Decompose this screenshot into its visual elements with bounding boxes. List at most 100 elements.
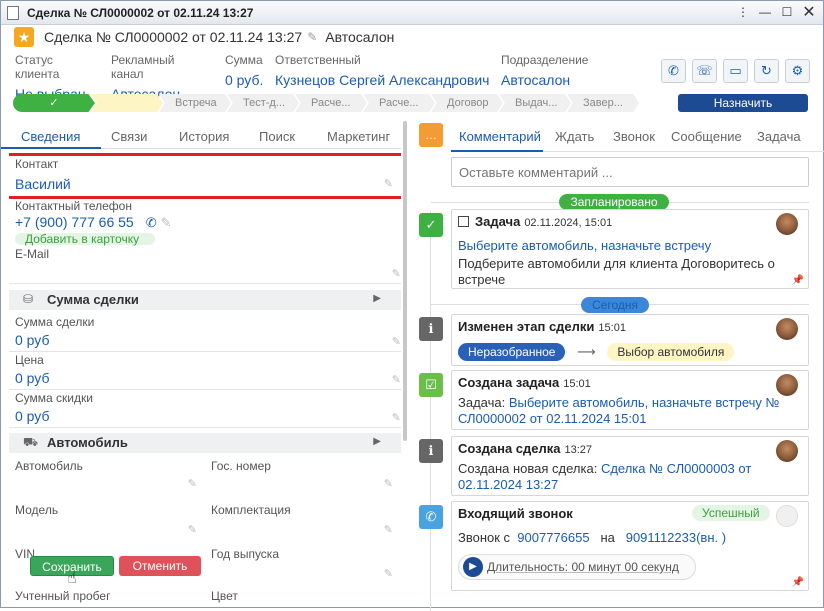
tab-comment[interactable]: Комментарий xyxy=(459,129,541,144)
stage-change-time: 15:01 xyxy=(598,322,626,334)
deal-amount-field[interactable]: Сумма сделки 0 руб ✎ xyxy=(9,315,401,352)
today-pill: Сегодня xyxy=(581,297,649,313)
edit-amount-pencil-icon[interactable]: ✎ xyxy=(392,335,401,348)
year-field[interactable]: Год выпуска ✎ xyxy=(205,547,397,587)
sum-section-title: Сумма сделки xyxy=(47,292,139,307)
stage-to-badge: Выбор автомобиля xyxy=(607,343,735,361)
task-created-card: Создана задача 15:01 Задача: Выберите авт… xyxy=(451,370,809,430)
task-link[interactable]: Выберите автомобиль, назначьте встречу xyxy=(458,238,711,254)
edit-plate-pencil-icon[interactable]: ✎ xyxy=(384,477,393,490)
contact-highlight xyxy=(9,153,401,199)
tab-history[interactable]: История xyxy=(179,129,229,144)
sum-section-header[interactable]: ⛁ Сумма сделки ▶ xyxy=(9,290,401,310)
cancel-button[interactable]: Отменить xyxy=(119,556,201,576)
tab-message[interactable]: Сообщение xyxy=(671,129,742,144)
star-icon[interactable]: ★ xyxy=(14,27,34,47)
email-field[interactable]: E-Mail ✎ xyxy=(9,247,401,287)
pin-icon[interactable]: 📌 xyxy=(792,275,804,286)
task-checkbox[interactable] xyxy=(458,216,469,227)
stage-calc-1[interactable]: Расче... xyxy=(295,94,367,112)
play-icon[interactable]: ▶ xyxy=(463,557,483,577)
comment-input[interactable] xyxy=(451,157,809,187)
stage-meeting[interactable]: Встреча xyxy=(159,94,231,112)
window-title: Сделка № СЛ0000002 от 02.11.24 13:27 xyxy=(27,5,254,20)
plate-field[interactable]: Гос. номер ✎ xyxy=(205,459,397,499)
stage-test-drive[interactable]: Тест-д... xyxy=(227,94,299,112)
responsible-label: Ответственный xyxy=(275,53,361,67)
deal-created-link[interactable]: Сделка № СЛ0000003 от xyxy=(601,461,751,476)
tab-task[interactable]: Задача xyxy=(757,129,801,144)
discount-field[interactable]: Сумма скидки 0 руб ✎ xyxy=(9,391,401,428)
edit-model-pencil-icon[interactable]: ✎ xyxy=(188,523,197,536)
call-icon[interactable]: ✆ xyxy=(146,215,157,230)
settings-icon[interactable]: ⚙ xyxy=(785,59,810,83)
tab-marketing[interactable]: Маркетинг xyxy=(327,129,390,144)
edit-title-pencil-icon[interactable]: ✎ xyxy=(307,30,317,44)
price-field[interactable]: Цена 0 руб ✎ xyxy=(9,353,401,390)
pin-icon[interactable]: 📌 xyxy=(792,577,804,588)
year-label: Год выпуска xyxy=(211,547,279,561)
timeline-line xyxy=(430,211,431,611)
phone-value[interactable]: +7 (900) 777 66 55 xyxy=(15,214,134,230)
avatar xyxy=(776,505,798,527)
edit-discount-pencil-icon[interactable]: ✎ xyxy=(392,411,401,424)
color-field[interactable]: Цвет xyxy=(205,589,397,609)
discount-value[interactable]: 0 руб xyxy=(15,407,401,425)
edit-trim-pencil-icon[interactable]: ✎ xyxy=(384,523,393,536)
deal-created-link-2[interactable]: 02.11.2024 13:27 xyxy=(458,477,558,493)
responsible-value[interactable]: Кузнецов Сергей Александрович xyxy=(275,70,489,90)
stage-delivery[interactable]: Выдач... xyxy=(499,94,571,112)
edit-price-pencil-icon[interactable]: ✎ xyxy=(392,373,401,386)
price-value[interactable]: 0 руб xyxy=(15,369,401,387)
phone-field: Контактный телефон +7 (900) 777 66 55 ✆ ✎ … xyxy=(9,199,401,247)
minimize-button[interactable]: — xyxy=(755,4,775,22)
assign-button[interactable]: Назначить xyxy=(678,94,808,112)
phone-icon[interactable]: ☏ xyxy=(692,59,717,83)
edit-car-pencil-icon[interactable]: ✎ xyxy=(188,477,197,490)
stage-calc-2[interactable]: Расче... xyxy=(363,94,435,112)
tab-links[interactable]: Связи xyxy=(111,129,147,144)
ad-channel-label: Рекламный канал xyxy=(111,53,175,81)
tab-search[interactable]: Поиск xyxy=(259,129,295,144)
contact-field[interactable]: Контакт Василий ✎ xyxy=(9,153,401,199)
stage-finish[interactable]: Завер... xyxy=(567,94,639,112)
close-button[interactable]: ✕ xyxy=(799,4,819,22)
deal-sum-value[interactable]: 0 руб. xyxy=(225,70,263,90)
model-field[interactable]: Модель ✎ xyxy=(9,503,201,543)
title-bar: Сделка № СЛ0000002 от 02.11.24 13:27 ⋮ —… xyxy=(1,1,823,25)
responsible: Ответственный Кузнецов Сергей Александро… xyxy=(275,53,489,90)
deal-amount-value[interactable]: 0 руб xyxy=(15,331,401,349)
stage-contract[interactable]: Договор xyxy=(431,94,503,112)
expand-arrow-icon[interactable]: ▶ xyxy=(373,293,381,304)
add-to-card-button[interactable]: Добавить в карточку xyxy=(15,233,155,245)
call-to-number[interactable]: 9091112233(вн. ) xyxy=(626,530,726,545)
task-created-link[interactable]: Выберите автомобиль, назначьте встречу № xyxy=(509,395,780,410)
tab-wait[interactable]: Ждать xyxy=(555,129,594,144)
mileage-field[interactable]: Учтенный пробег xyxy=(9,589,201,609)
call-from-number[interactable]: 9007776655 xyxy=(517,530,589,545)
edit-year-pencil-icon[interactable]: ✎ xyxy=(384,567,393,580)
edit-contact-pencil-icon[interactable]: ✎ xyxy=(384,177,393,190)
trim-field[interactable]: Комплектация ✎ xyxy=(205,503,397,543)
message-icon[interactable]: ▭ xyxy=(723,59,748,83)
edit-email-pencil-icon[interactable]: ✎ xyxy=(392,267,401,280)
maximize-button[interactable]: ☐ xyxy=(777,4,797,22)
refresh-icon[interactable]: ↻ xyxy=(754,59,779,83)
tab-details[interactable]: Сведения xyxy=(21,129,80,144)
task-created-link-2[interactable]: СЛ0000002 от 02.11.2024 15:01 xyxy=(458,411,646,427)
window-menu-button[interactable]: ⋮ xyxy=(733,4,753,22)
stage-done[interactable]: ✓ xyxy=(13,94,95,112)
expand-arrow-icon[interactable]: ▶ xyxy=(373,436,381,447)
car-section-header[interactable]: ⛟ Автомобиль ▶ xyxy=(9,433,401,453)
department-value[interactable]: Автосалон xyxy=(501,70,588,90)
edit-phone-pencil-icon[interactable]: ✎ xyxy=(161,215,172,230)
deal-title: Сделка № СЛ0000002 от 02.11.24 13:27 xyxy=(44,29,303,45)
tab-call[interactable]: Звонок xyxy=(613,129,655,144)
stage-current[interactable]: Выбор xyxy=(91,94,163,112)
stage-bar: ✓ Выбор Встреча Тест-д... Расче... Расче… xyxy=(13,94,653,112)
call-transfer-icon[interactable]: ✆ xyxy=(661,59,686,83)
call-to-label: на xyxy=(600,530,615,545)
car-field[interactable]: Автомобиль ✎ xyxy=(9,459,201,499)
department-label: Подразделение xyxy=(501,53,589,67)
left-scrollbar[interactable] xyxy=(403,121,407,441)
